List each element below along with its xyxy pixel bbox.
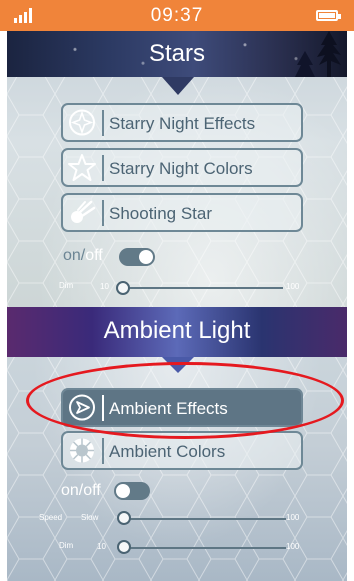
stars-dim-track[interactable] — [117, 287, 283, 289]
ambient-effects-button[interactable]: Ambient Effects — [61, 388, 303, 427]
stars-dim-thumb[interactable] — [116, 281, 130, 295]
header-pointer — [162, 77, 194, 95]
shooting-star-label: Shooting Star — [109, 204, 213, 223]
ambient-power-toggle[interactable] — [114, 482, 150, 500]
ambient-onoff-label: on/off — [61, 482, 101, 499]
starry-night-effects-button[interactable]: Starry Night Effects — [61, 103, 303, 142]
color-wheel-icon — [70, 438, 94, 463]
speed-max: 100 — [286, 513, 300, 522]
play-circle-icon — [69, 394, 95, 421]
button-divider — [102, 395, 104, 421]
ambient-dim-label: Dim — [59, 541, 74, 550]
ambient-dim-max: 100 — [286, 542, 300, 551]
ambient-dim-track[interactable] — [120, 547, 286, 549]
header-pointer — [162, 357, 194, 373]
toggle-knob — [139, 250, 153, 264]
ambient-title: Ambient Light — [103, 317, 251, 344]
ambient-dim-thumb[interactable] — [117, 540, 131, 554]
stars-onoff-label: on/off — [63, 247, 103, 265]
star-outline-icon — [68, 154, 96, 181]
starry-night-colors-button[interactable]: Starry Night Colors — [61, 148, 303, 187]
off-label: off — [85, 247, 103, 264]
ambient-colors-label: Ambient Colors — [109, 442, 226, 461]
speed-min: Slow — [81, 513, 99, 522]
button-divider — [102, 155, 104, 181]
status-bar: 09:37 — [0, 0, 354, 31]
ambient-colors-button[interactable]: Ambient Colors — [61, 431, 303, 470]
clock: 09:37 — [150, 5, 204, 26]
stars-dim-max: 100 — [286, 282, 300, 291]
battery-icon — [316, 10, 341, 21]
speed-track[interactable] — [120, 518, 286, 520]
button-divider — [102, 200, 104, 226]
ambient-header: Ambient Light — [7, 307, 347, 357]
stars-panel: Stars Starry Night Effects Starry Night … — [7, 31, 347, 307]
on-label: on — [63, 247, 81, 264]
ambient-dim-min: 10 — [97, 542, 106, 551]
button-divider — [102, 438, 104, 464]
speed-thumb[interactable] — [117, 511, 131, 525]
shooting-star-icon — [71, 200, 96, 223]
stars-dim-label: Dim — [59, 281, 74, 290]
stars-title: Stars — [148, 40, 205, 67]
shooting-star-button[interactable]: Shooting Star — [61, 193, 303, 232]
ambient-panel: Ambient Light Ambient Effects Ambient Co… — [7, 307, 347, 581]
button-divider — [102, 110, 104, 136]
starry-night-effects-label: Starry Night Effects — [109, 114, 256, 133]
stars-header: Stars — [7, 31, 347, 77]
toggle-knob — [116, 484, 130, 498]
starry-night-colors-label: Starry Night Colors — [109, 159, 253, 178]
ambient-effects-label: Ambient Effects — [109, 399, 228, 418]
compass-star-icon — [69, 109, 95, 136]
stars-dim-min: 10 — [100, 282, 109, 291]
stars-power-toggle[interactable] — [119, 248, 155, 266]
speed-label: Speed — [39, 513, 63, 522]
